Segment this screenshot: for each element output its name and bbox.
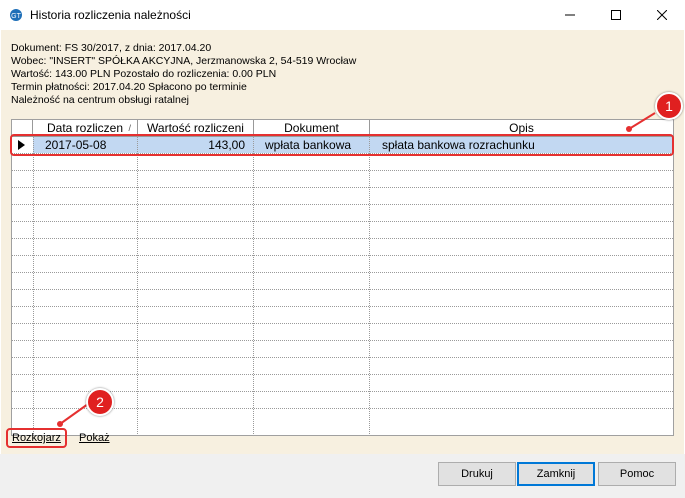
minimize-icon — [565, 14, 575, 16]
info-counterparty: Wobec: "INSERT" SPÓŁKA AKCYJNA, Jerzmano… — [11, 55, 357, 67]
app-icon: GT — [10, 9, 22, 21]
print-button[interactable]: Drukuj — [438, 462, 516, 486]
info-due-date: Termin płatności: 2017.04.20 Spłacono po… — [11, 81, 247, 93]
settlement-grid[interactable]: Data rozliczen / Wartość rozliczeni Doku… — [11, 119, 674, 436]
info-value: Wartość: 143.00 PLN Pozostało do rozlicz… — [11, 68, 277, 80]
rozkojarz-link[interactable]: Rozkojarz — [12, 432, 61, 444]
help-button[interactable]: Pomoc — [598, 462, 676, 486]
info-document: Dokument: FS 30/2017, z dnia: 2017.04.20 — [11, 42, 212, 54]
maximize-button[interactable] — [593, 0, 639, 30]
svg-text:GT: GT — [11, 13, 21, 20]
close-icon — [657, 10, 667, 20]
highlight-row — [10, 134, 674, 156]
maximize-icon — [611, 10, 621, 20]
callout-1: 1 — [655, 92, 683, 120]
window-title: Historia rozliczenia należności — [30, 8, 191, 22]
column-header-date-label: Data rozliczen — [46, 121, 124, 135]
close-button[interactable] — [639, 0, 685, 30]
title-bar: GT Historia rozliczenia należności — [0, 0, 685, 30]
close-dialog-button[interactable]: Zamknij — [517, 462, 595, 486]
minimize-button[interactable] — [547, 0, 593, 30]
pokaz-link[interactable]: Pokaż — [79, 432, 110, 444]
client-area: Dokument: FS 30/2017, z dnia: 2017.04.20… — [1, 30, 684, 454]
document-info: Dokument: FS 30/2017, z dnia: 2017.04.20… — [11, 42, 356, 107]
callout-2: 2 — [86, 388, 114, 416]
info-installment: Należność na centrum obsługi ratalnej — [11, 94, 190, 106]
